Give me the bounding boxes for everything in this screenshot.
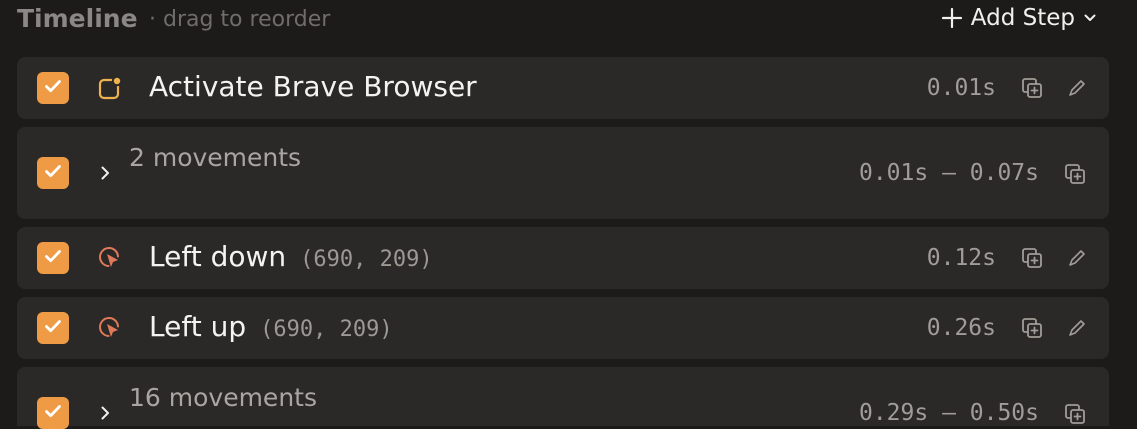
edit-pencil-icon[interactable] — [1064, 75, 1090, 101]
step-label: Left up (690, 209) — [149, 310, 393, 343]
movement-group[interactable]: 16 movements 0.29s — 0.50s — [17, 367, 1109, 429]
drag-hint: · drag to reorder — [149, 7, 331, 32]
mouse-click-icon — [96, 314, 124, 342]
step-coordinates: (690, 209) — [260, 317, 393, 342]
group-label: 16 movements — [129, 383, 317, 412]
step-time: 0.26s — [926, 315, 996, 341]
step-label: Activate Brave Browser — [149, 70, 477, 103]
duplicate-icon[interactable] — [1062, 161, 1088, 187]
timeline-step[interactable]: Activate Brave Browser 0.01s — [17, 57, 1109, 119]
step-label-text: Left down — [149, 240, 287, 273]
step-label: Left down (690, 209) — [149, 240, 433, 273]
duplicate-icon[interactable] — [1062, 401, 1088, 427]
step-checkbox[interactable] — [37, 72, 69, 104]
duplicate-icon[interactable] — [1019, 245, 1045, 271]
timeline-header: Timeline · drag to reorder Add Step — [0, 0, 1137, 40]
checkmark-icon — [42, 400, 64, 426]
edit-pencil-icon[interactable] — [1064, 315, 1090, 341]
timeline-step[interactable]: Left down (690, 209) 0.12s — [17, 227, 1109, 289]
checkmark-icon — [42, 245, 64, 271]
step-time: 0.01s — [926, 75, 996, 101]
app-activate-icon — [96, 74, 124, 102]
checkmark-icon — [42, 315, 64, 341]
group-time-range: 0.29s — 0.50s — [858, 400, 1039, 426]
step-checkbox[interactable] — [37, 312, 69, 344]
edit-pencil-icon[interactable] — [1064, 245, 1090, 271]
add-step-button[interactable]: Add Step — [941, 5, 1097, 31]
duplicate-icon[interactable] — [1019, 75, 1045, 101]
checkmark-icon — [42, 75, 64, 101]
step-label-text: Left up — [149, 310, 247, 343]
timeline-title: Timeline — [17, 4, 138, 33]
chevron-right-icon[interactable] — [95, 403, 115, 423]
timeline-step[interactable]: Left up (690, 209) 0.26s — [17, 297, 1109, 359]
step-label-text: Activate Brave Browser — [149, 70, 477, 103]
plus-icon — [941, 7, 963, 29]
group-checkbox[interactable] — [37, 397, 69, 429]
step-coordinates: (690, 209) — [300, 247, 433, 272]
chevron-right-icon[interactable] — [95, 163, 115, 183]
step-time: 0.12s — [926, 245, 996, 271]
movement-group[interactable]: 2 movements 0.01s — 0.07s — [17, 127, 1109, 219]
mouse-click-icon — [96, 244, 124, 272]
checkmark-icon — [42, 160, 64, 186]
group-label: 2 movements — [129, 143, 302, 172]
chevron-down-icon — [1083, 11, 1097, 25]
duplicate-icon[interactable] — [1019, 315, 1045, 341]
add-step-label: Add Step — [970, 5, 1075, 31]
group-checkbox[interactable] — [37, 157, 69, 189]
group-time-range: 0.01s — 0.07s — [858, 160, 1039, 186]
step-checkbox[interactable] — [37, 242, 69, 274]
